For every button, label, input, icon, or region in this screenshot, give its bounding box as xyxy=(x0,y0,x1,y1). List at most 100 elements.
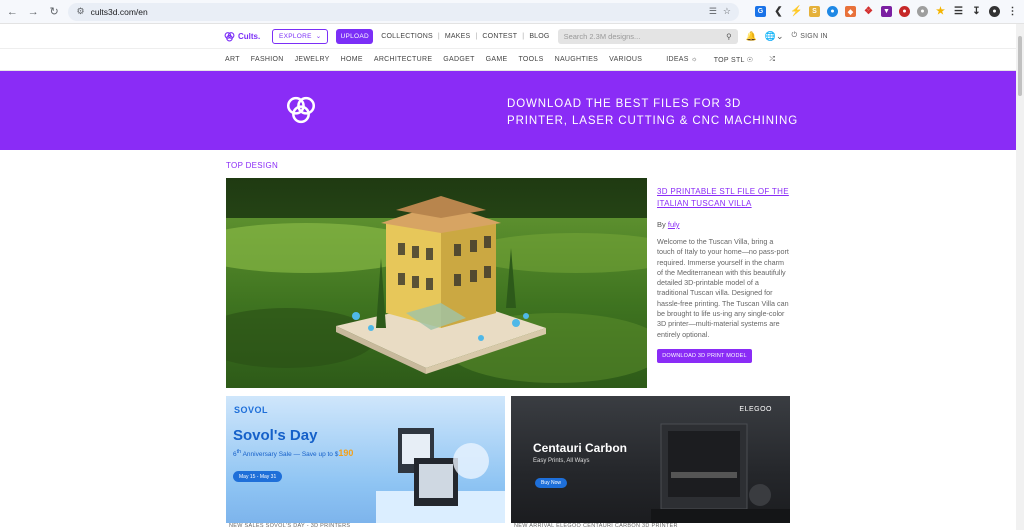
featured-design-info: 3D PRINTABLE STL FILE OF THE ITALIAN TUS… xyxy=(657,186,790,363)
sovol-headline: Sovol's Day xyxy=(233,427,318,444)
design-title-line-1: 3D PRINTABLE STL FILE OF THE xyxy=(657,187,789,196)
category-various[interactable]: VARIOUS xyxy=(609,56,642,63)
browser-toolbar: ← → ↻ ⚙ cults3d.com/en ☰ ☆ G ❮ ⚡ S ● ◆ ❖… xyxy=(0,0,1024,24)
sovol-logo: SOVOL xyxy=(234,405,269,415)
extension-icon[interactable]: ● xyxy=(898,6,910,17)
cults-logo[interactable]: Cults. xyxy=(224,31,260,42)
upload-button[interactable]: UPLOAD xyxy=(336,28,374,44)
sovol-subline-text: Anniversary Sale — Save up to $ xyxy=(241,451,339,458)
top-stl-label: TOP STL xyxy=(713,56,745,64)
category-game[interactable]: GAME xyxy=(486,56,508,63)
category-naughties[interactable]: NAUGHTIES xyxy=(555,56,599,63)
reading-list-icon[interactable]: ☰ xyxy=(953,6,964,17)
profile-avatar[interactable]: ● xyxy=(988,6,1000,17)
reload-icon[interactable]: ↻ xyxy=(48,5,61,19)
extension-icon[interactable]: ❖ xyxy=(863,6,874,17)
design-title-link[interactable]: 3D PRINTABLE STL FILE OF THE ITALIAN TUS… xyxy=(657,186,790,210)
notification-bell-icon[interactable]: 🔔 xyxy=(746,31,757,42)
extension-icon[interactable]: ▼ xyxy=(880,6,892,17)
extensions-bar: G ❮ ⚡ S ● ◆ ❖ ▼ ● ● ★ ☰ ↧ ● ⋮ xyxy=(754,6,1018,17)
compass-icon: ☉ xyxy=(746,56,754,64)
sign-in-label: SIGN IN xyxy=(800,32,828,40)
search-input[interactable]: Search 2.3M designs... ⚲ xyxy=(557,28,738,44)
page-scrollbar[interactable] xyxy=(1016,24,1024,530)
ideas-link[interactable]: IDEAS ☼ xyxy=(666,56,697,63)
sign-in-link[interactable]: ⏻ SIGN IN xyxy=(792,32,828,40)
banner-tagline: DOWNLOAD THE BEST FILES FOR 3D PRINTER, … xyxy=(507,96,798,130)
sovol-subline: 6th Anniversary Sale — Save up to $190 xyxy=(233,448,353,458)
section-title: TOP DESIGN xyxy=(226,161,279,170)
blog-link[interactable]: BLOG xyxy=(529,33,549,40)
banner-line-2: PRINTER, LASER CUTTING & CNC MACHINING xyxy=(507,115,799,127)
elegoo-buy-now-button[interactable]: Buy Now xyxy=(535,478,568,488)
collections-link[interactable]: COLLECTIONS xyxy=(381,33,433,40)
extension-icon[interactable]: ◆ xyxy=(844,6,856,17)
site-info-icon[interactable]: ⚙ xyxy=(76,6,84,17)
ad-card-elegoo[interactable]: ELEGOO Centauri Carbon Easy Prints, All … xyxy=(511,396,790,523)
forward-icon[interactable]: → xyxy=(27,5,40,19)
sovol-printer-image xyxy=(376,428,505,523)
site-header: Cults. EXPLORE ⌄ UPLOAD COLLECTIONS | MA… xyxy=(0,24,1024,48)
design-author: By fuly xyxy=(657,220,790,229)
elegoo-logo: ELEGOO xyxy=(739,406,772,413)
divider: | xyxy=(437,32,440,40)
extension-arrow-icon[interactable]: ❮ xyxy=(773,6,784,17)
category-architecture[interactable]: ARCHITECTURE xyxy=(374,56,432,63)
divider: | xyxy=(522,32,525,40)
downloads-icon[interactable]: ↧ xyxy=(971,6,982,17)
ad-caption-elegoo: NEW ARRIVAL ELEGOO CENTAURI CARBON 3D PR… xyxy=(514,523,678,529)
featured-design-image[interactable] xyxy=(226,178,647,388)
elegoo-subline: Easy Prints, All Ways xyxy=(533,458,590,464)
divider: | xyxy=(475,32,478,40)
ad-card-sovol[interactable]: SOVOL Sovol's Day 6th Anniversary Sale —… xyxy=(226,396,505,523)
extension-icon[interactable]: ● xyxy=(826,6,838,17)
category-fashion[interactable]: FASHION xyxy=(251,56,284,63)
language-globe-icon[interactable]: 🌐⌄ xyxy=(765,31,784,42)
lightbulb-icon: ☼ xyxy=(691,56,698,63)
address-bar[interactable]: ⚙ cults3d.com/en ☰ ☆ xyxy=(68,2,739,21)
power-icon: ⏻ xyxy=(791,32,798,39)
category-art[interactable]: ART xyxy=(225,56,240,63)
banner-line-1: DOWNLOAD THE BEST FILES FOR 3D xyxy=(507,98,742,110)
header-links: COLLECTIONS | MAKES | CONTEST | BLOG xyxy=(381,33,549,40)
category-home[interactable]: HOME xyxy=(341,56,363,63)
puzzle-icon[interactable]: ★ xyxy=(935,6,946,17)
shuffle-icon[interactable]: ⤮ xyxy=(769,56,775,64)
extension-bolt-icon[interactable]: ⚡ xyxy=(790,6,802,17)
back-icon[interactable]: ← xyxy=(6,5,19,19)
villa-photo xyxy=(226,178,647,388)
category-gadget[interactable]: GADGET xyxy=(443,56,474,63)
chevron-down-icon: ⌄ xyxy=(315,33,322,40)
logo-text: Cults. xyxy=(238,31,261,41)
extension-icon[interactable]: ● xyxy=(916,6,928,17)
explore-button[interactable]: EXPLORE ⌄ xyxy=(272,28,329,44)
search-icon[interactable]: ⚲ xyxy=(726,32,732,41)
design-title-line-2: ITALIAN TUSCAN VILLA xyxy=(657,199,752,208)
extension-icon[interactable]: S xyxy=(808,6,820,17)
translate-icon[interactable]: ☰ xyxy=(709,6,717,17)
category-tools[interactable]: TOOLS xyxy=(518,56,543,63)
hero-banner: DOWNLOAD THE BEST FILES FOR 3D PRINTER, … xyxy=(0,71,1016,150)
extension-icon[interactable]: G xyxy=(754,6,766,17)
download-model-button[interactable]: DOWNLOAD 3D PRINT MODEL xyxy=(657,348,752,363)
contest-link[interactable]: CONTEST xyxy=(482,33,517,40)
makes-link[interactable]: MAKES xyxy=(445,33,471,40)
search-placeholder: Search 2.3M designs... xyxy=(563,31,641,41)
cults-logo-icon xyxy=(224,31,235,41)
category-jewelry[interactable]: JEWELRY xyxy=(295,56,330,63)
by-label: By xyxy=(657,220,666,229)
author-link[interactable]: fuly xyxy=(668,220,680,229)
sovol-subline-amount: 190 xyxy=(338,448,354,458)
sovol-dates: May 15 - May 31 xyxy=(233,471,283,482)
elegoo-headline: Centauri Carbon xyxy=(533,441,628,455)
bookmark-star-icon[interactable]: ☆ xyxy=(723,6,731,17)
url-text: cults3d.com/en xyxy=(90,6,148,17)
ideas-label: IDEAS xyxy=(666,56,689,63)
category-nav: ART FASHION JEWELRY HOME ARCHITECTURE GA… xyxy=(0,48,1024,71)
design-description: Welcome to the Tuscan Villa, bring a tou… xyxy=(657,237,789,339)
ad-caption-sovol: NEW SALES SOVOL'S DAY - 3D PRINTERS xyxy=(229,523,351,529)
top-stl-link[interactable]: TOP STL ☉ xyxy=(714,56,754,64)
menu-kebab-icon[interactable]: ⋮ xyxy=(1007,6,1018,17)
cults-banner-logo-icon xyxy=(286,96,316,124)
scrollbar-thumb[interactable] xyxy=(1018,36,1022,96)
